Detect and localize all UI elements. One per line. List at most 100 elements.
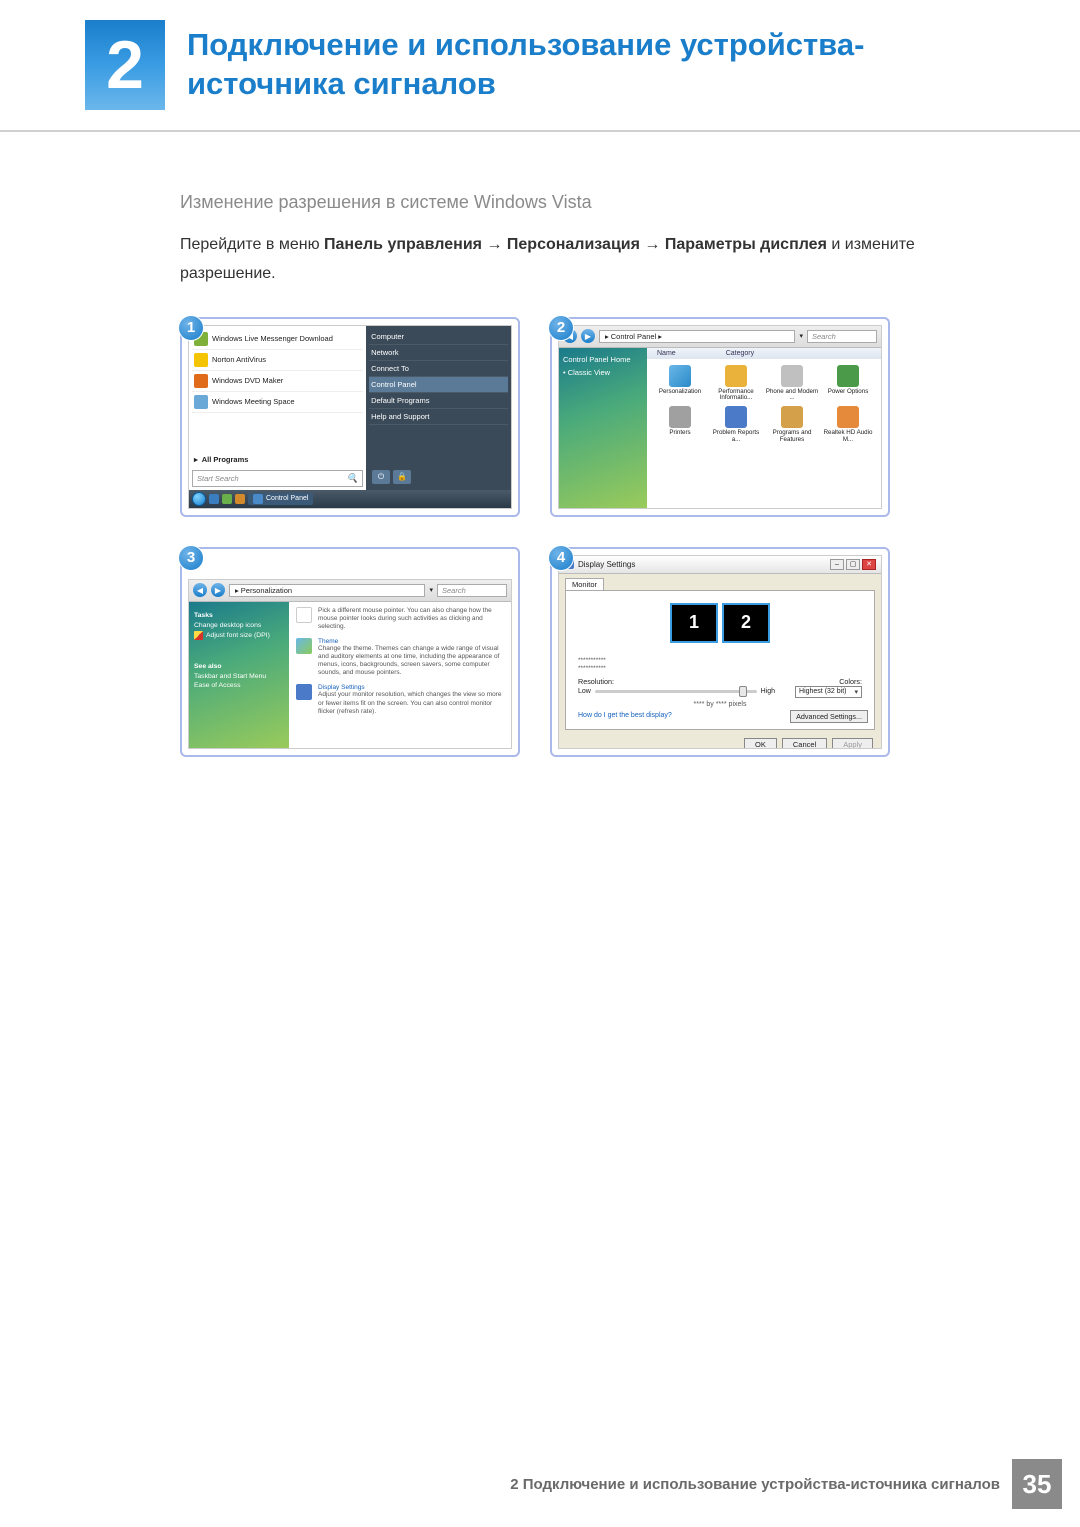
explorer-toolbar: ◀ ▶ ▸ Personalization ▾ Search [189,580,511,602]
all-programs[interactable]: ▸All Programs [192,451,363,468]
screenshot-step-3: 3 ◀ ▶ ▸ Personalization ▾ Search Tasks C… [180,547,520,757]
start-menu-item-control-panel[interactable]: Control Panel [369,377,508,393]
monitor-preview: 1 2 [650,603,790,647]
arrow-icon: → [644,236,664,253]
display-icon [296,684,312,700]
resolution-value: **** by **** pixels [572,701,868,708]
footer-text: 2 Подключение и использование устройства… [510,1476,1000,1493]
personalization-row[interactable]: Pick a different mouse pointer. You can … [296,607,504,631]
personalization-row-display[interactable]: Display SettingsAdjust your monitor reso… [296,684,504,715]
advanced-settings-button[interactable]: Advanced Settings... [790,710,868,723]
search-icon: 🔍 [347,473,358,484]
step-badge-4: 4 [548,545,574,571]
personalization-row[interactable]: ThemeChange the theme. Themes can change… [296,638,504,678]
page-content: Изменение разрешения в системе Windows V… [0,132,1080,757]
task-link[interactable]: Taskbar and Start Menu [194,672,284,681]
cp-item[interactable]: Problem Reports a... [709,406,763,444]
placeholder-row: *********** [578,665,862,672]
screenshot-step-1: 1 Windows Live Messenger Download Norton… [180,317,520,517]
lock-button[interactable]: 🔒 [393,470,411,484]
start-search-input[interactable]: Start Search🔍 [192,470,363,487]
colors-dropdown[interactable]: Highest (32 bit) [795,686,862,698]
breadcrumb[interactable]: ▸ Personalization [229,584,425,597]
breadcrumb[interactable]: ▸ Control Panel ▸ [599,330,795,343]
cp-item[interactable]: Printers [653,406,707,444]
start-menu-item[interactable]: Computer [369,329,508,345]
chapter-title: Подключение и использование устройства-и… [187,26,1020,104]
cp-item-personalization[interactable]: Personalization [653,365,707,403]
start-menu-item[interactable]: Connect To [369,361,508,377]
step-badge-3: 3 [178,545,204,571]
page-number: 35 [1012,1459,1062,1509]
shutdown-button[interactable]: ⏻ [372,470,390,484]
cp-item[interactable]: Realtek HD Audio M... [821,406,875,444]
instruction-text: Перейдите в меню Панель управления → Пер… [180,231,990,289]
resolution-slider[interactable] [595,690,757,693]
nav-forward-button[interactable]: ▶ [211,583,225,597]
column-headers: Name Category [647,348,881,359]
start-menu-item[interactable]: Default Programs [369,393,508,409]
start-menu-item[interactable]: Windows Live Messenger Download [192,329,363,350]
start-menu-item[interactable]: Windows Meeting Space [192,392,363,413]
column-header[interactable]: Name [657,350,676,357]
path-control-panel: Панель управления [324,236,482,253]
quick-launch-icon[interactable] [222,494,232,504]
screenshots-grid: 1 Windows Live Messenger Download Norton… [180,317,990,757]
start-menu-item[interactable]: Network [369,345,508,361]
placeholder-row: *********** [578,657,862,664]
task-link[interactable]: Change desktop icons [194,621,284,630]
start-orb-icon[interactable] [192,492,206,506]
pointer-icon [296,607,312,623]
cp-item[interactable]: Phone and Modem ... [765,365,819,403]
search-input[interactable]: Search [437,584,507,597]
shield-icon [194,631,203,640]
close-button[interactable]: ✕ [862,559,876,570]
screenshot-step-4: 4 Display Settings – ▢ ✕ Monitor 1 2 [550,547,890,757]
search-input[interactable]: Search [807,330,877,343]
monitor-1[interactable]: 1 [670,603,718,643]
resolution-label: Resolution: [578,677,614,686]
quick-launch-icon[interactable] [235,494,245,504]
step-badge-1: 1 [178,315,204,341]
quick-launch-icon[interactable] [209,494,219,504]
instruction-prefix: Перейдите в меню [180,236,324,253]
minimize-button[interactable]: – [830,559,844,570]
taskbar: Control Panel [189,490,511,508]
nav-pane: Control Panel Home • Classic View [559,348,647,508]
dialog-titlebar: Display Settings – ▢ ✕ [559,556,881,574]
start-menu-item[interactable]: Norton AntiVirus [192,350,363,371]
apply-button[interactable]: Apply [832,738,873,749]
chapter-number-badge: 2 [85,20,165,110]
nav-link[interactable]: • Classic View [563,366,643,379]
nav-link[interactable]: Control Panel Home [563,353,643,366]
tasks-heading: Tasks [194,612,284,619]
task-link[interactable]: Adjust font size (DPI) [194,630,284,641]
path-personalization: Персонализация [507,236,640,253]
theme-icon [296,638,312,654]
section-subheading: Изменение разрешения в системе Windows V… [180,192,990,213]
page-header: 2 Подключение и использование устройства… [0,0,1080,132]
start-menu-item[interactable]: Help and Support [369,409,508,425]
start-menu-left: Windows Live Messenger Download Norton A… [189,326,366,490]
nav-back-button[interactable]: ◀ [193,583,207,597]
path-display-params: Параметры дисплея [665,236,827,253]
cancel-button[interactable]: Cancel [782,738,827,749]
taskbar-button[interactable]: Control Panel [248,493,313,505]
nav-forward-button[interactable]: ▶ [581,329,595,343]
monitor-2[interactable]: 2 [722,603,770,643]
cp-item[interactable]: Power Options [821,365,875,403]
ok-button[interactable]: OK [744,738,777,749]
cp-item[interactable]: Programs and Features [765,406,819,444]
see-also-heading: See also [194,663,284,670]
task-pane: Tasks Change desktop icons Adjust font s… [189,602,289,748]
screenshot-step-2: 2 ◀ ▶ ▸ Control Panel ▸ ▾ Search Control… [550,317,890,517]
task-link[interactable]: Ease of Access [194,681,284,690]
start-menu-item[interactable]: Windows DVD Maker [192,371,363,392]
maximize-button[interactable]: ▢ [846,559,860,570]
cp-item[interactable]: Performance Informatio... [709,365,763,403]
dialog-title: Display Settings [578,560,635,569]
column-header[interactable]: Category [726,350,754,357]
colors-label: Colors: [839,677,862,686]
arrow-icon: → [486,236,506,253]
tab-monitor[interactable]: Monitor [565,578,604,590]
